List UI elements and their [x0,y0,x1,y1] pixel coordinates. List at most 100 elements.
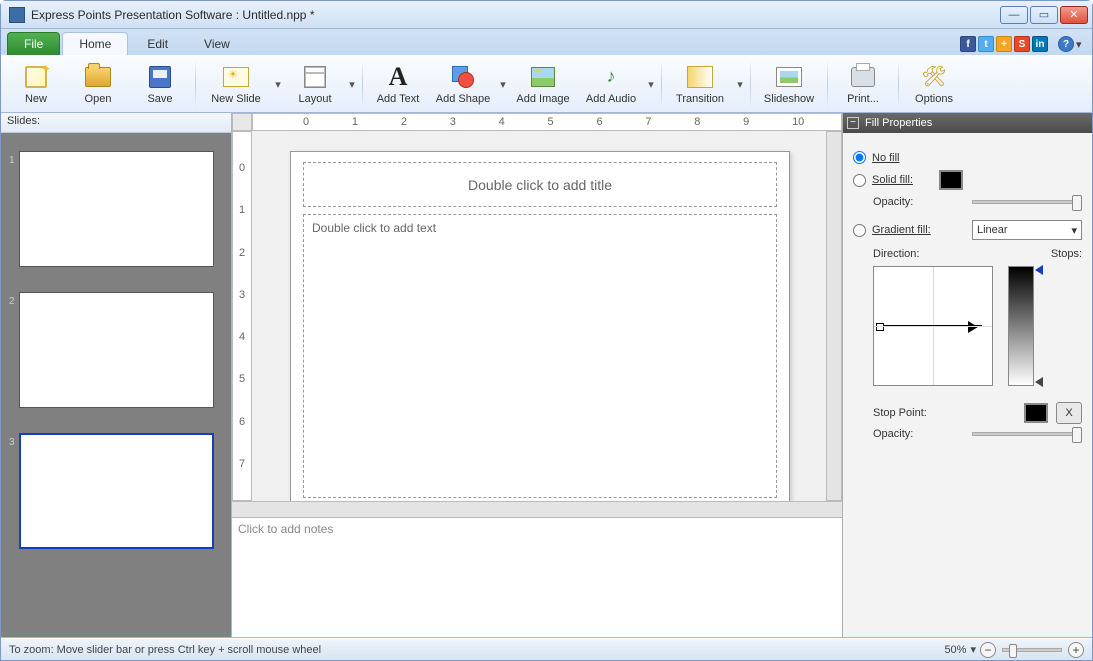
zoom-value: 50% [944,644,966,656]
layout-dropdown[interactable]: ▾ [346,78,358,91]
solidfill-label[interactable]: Solid fill: [872,174,913,186]
fill-panel-header: − Fill Properties [843,113,1092,133]
nofill-label[interactable]: No fill [872,152,900,164]
slideshow-button[interactable]: Slideshow [755,56,823,112]
tab-edit[interactable]: Edit [130,32,185,55]
slideshow-icon [776,67,802,87]
collapse-icon[interactable]: − [847,117,859,129]
layout-icon [304,66,326,88]
stop-color-swatch[interactable] [1024,403,1048,423]
add-audio-dropdown[interactable]: ▾ [645,78,657,91]
slide-thumb-3[interactable]: 3 [11,433,221,549]
open-button[interactable]: Open [67,56,129,112]
slide-page[interactable]: Double click to add title Double click t… [290,151,790,501]
minimize-button[interactable]: — [1000,6,1028,24]
titlebar: Express Points Presentation Software : U… [1,1,1092,29]
gradientfill-radio[interactable] [853,224,866,237]
opacity-slider-1[interactable] [972,200,1082,204]
stop-handle-top[interactable] [1030,265,1043,275]
linkedin-icon[interactable]: in [1032,36,1048,52]
slides-header: Slides: [1,113,231,133]
body-placeholder[interactable]: Double click to add text [303,214,777,498]
googleplus-icon[interactable]: + [996,36,1012,52]
canvas-hscrollbar[interactable] [232,501,842,517]
new-icon [25,66,47,88]
horizontal-ruler: 012345678910 [252,113,842,131]
tab-view[interactable]: View [187,32,247,55]
save-disk-icon [149,66,171,88]
new-slide-dropdown[interactable]: ▾ [272,78,284,91]
fill-properties-panel: − Fill Properties No fill Solid fill: Op… [842,113,1092,637]
opacity-label-2: Opacity: [873,428,913,440]
help-icon[interactable]: ? [1058,36,1074,52]
fill-panel-title: Fill Properties [865,117,932,129]
gradientfill-label[interactable]: Gradient fill: [872,224,931,236]
printer-icon [851,67,875,87]
slide-canvas[interactable]: Double click to add title Double click t… [252,131,826,501]
options-button[interactable]: 🛠Options [903,56,965,112]
app-window: Express Points Presentation Software : U… [0,0,1093,661]
menu-tabs: File Home Edit View f t + S in ? ▾ [1,29,1092,55]
facebook-icon[interactable]: f [960,36,976,52]
ruler-corner [232,113,252,131]
slides-panel: Slides: 1 2 3 [1,113,232,637]
vertical-ruler: 01234567 [232,131,252,501]
nofill-radio[interactable] [853,151,866,164]
notes-pane[interactable]: Click to add notes [232,517,842,637]
transition-dropdown[interactable]: ▾ [734,78,746,91]
options-tools-icon: 🛠 [921,64,946,89]
app-icon [9,7,25,23]
save-button[interactable]: Save [129,56,191,112]
tab-file[interactable]: File [7,32,60,55]
opacity-slider-2[interactable] [972,432,1082,436]
social-bar: f t + S in ? ▾ [960,36,1086,55]
ribbon-toolbar: New Open Save New Slide ▾ Layout ▾ AAdd … [1,55,1092,113]
print-button[interactable]: Print... [832,56,894,112]
close-button[interactable]: ✕ [1060,6,1088,24]
tab-home[interactable]: Home [62,32,128,55]
gradient-direction-box[interactable] [873,266,993,386]
title-placeholder[interactable]: Double click to add title [303,162,777,207]
new-button[interactable]: New [5,56,67,112]
new-slide-button[interactable]: New Slide [200,64,272,105]
stoppoint-label: Stop Point: [873,407,927,419]
zoom-out-button[interactable]: − [980,642,996,658]
shape-icon [452,66,474,88]
add-image-button[interactable]: Add Image [509,56,577,112]
slide-thumb-1[interactable]: 1 [11,151,221,267]
gradient-stops-bar[interactable] [1008,266,1034,386]
open-folder-icon [85,67,111,87]
stumbleupon-icon[interactable]: S [1014,36,1030,52]
zoom-dropdown-icon[interactable]: ▾ [970,643,976,656]
zoom-in-button[interactable]: + [1068,642,1084,658]
stop-handle-bottom[interactable] [1030,377,1043,387]
slide-thumbnails: 1 2 3 [1,133,231,637]
add-text-button[interactable]: AAdd Text [367,56,429,112]
text-icon: A [389,62,408,92]
solidfill-radio[interactable] [853,174,866,187]
stops-label: Stops: [1051,248,1082,260]
image-icon [531,67,555,87]
zoom-slider[interactable] [1002,648,1062,652]
add-shape-dropdown[interactable]: ▾ [497,78,509,91]
direction-arrow-icon[interactable] [880,325,982,327]
solid-color-swatch[interactable] [939,170,963,190]
help-dropdown-icon[interactable]: ▾ [1076,38,1086,51]
transition-button[interactable]: Transition [666,64,734,105]
window-title: Express Points Presentation Software : U… [31,8,1000,22]
slide-thumb-2[interactable]: 2 [11,292,221,408]
editor-panel: 012345678910 01234567 Double click to ad… [232,113,842,637]
gradient-type-select[interactable]: Linear▾ [972,220,1082,240]
add-shape-button[interactable]: Add Shape [429,64,497,105]
layout-button[interactable]: Layout [284,64,346,105]
transition-icon [687,66,713,88]
twitter-icon[interactable]: t [978,36,994,52]
maximize-button[interactable]: ▭ [1030,6,1058,24]
canvas-vscrollbar[interactable] [826,131,842,501]
add-audio-button[interactable]: ♪Add Audio [577,64,645,105]
delete-stop-button[interactable]: X [1056,402,1082,424]
chevron-down-icon: ▾ [1071,224,1077,237]
status-hint: To zoom: Move slider bar or press Ctrl k… [9,644,321,656]
status-bar: To zoom: Move slider bar or press Ctrl k… [1,638,1092,660]
new-slide-icon [223,67,249,87]
